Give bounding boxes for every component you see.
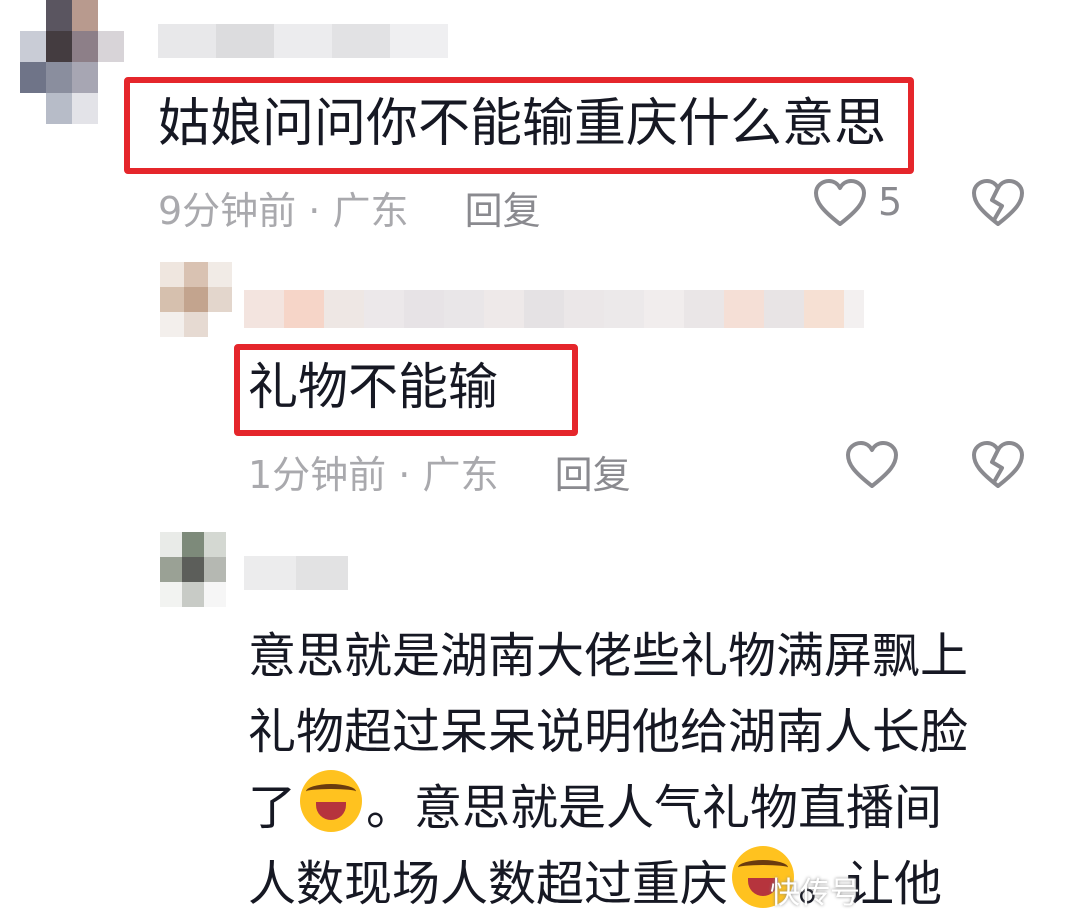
watermark: 快传号 bbox=[770, 876, 860, 911]
avatar[interactable] bbox=[160, 532, 226, 608]
comment-text: 姑娘问问你不能输重庆什么意思 bbox=[158, 94, 887, 154]
comment-text: 意思就是湖南大佬些礼物满屏飘上 礼物超过呆呆说明他给湖南人长脸 了 。意思就是人气… bbox=[248, 618, 1048, 922]
comment-line-part: 。意思就是人气礼物直播间 bbox=[366, 780, 943, 836]
avatar[interactable] bbox=[160, 262, 232, 338]
broken-heart-icon[interactable] bbox=[970, 178, 1026, 228]
reply-button[interactable]: 回复 bbox=[465, 189, 541, 233]
comment-text: 礼物不能输 bbox=[248, 358, 498, 416]
face-with-tears-of-joy-emoji bbox=[300, 770, 363, 832]
comment-meta: 9分钟前 · 广东 回复 bbox=[158, 180, 541, 235]
comment-line-part: 人数现场人数超过重庆 bbox=[248, 856, 729, 912]
like-count: 5 bbox=[878, 180, 903, 224]
avatar[interactable] bbox=[20, 0, 124, 124]
comment-location: 广东 bbox=[332, 189, 409, 233]
comment-line-part: 了 bbox=[248, 780, 297, 836]
broken-heart-icon[interactable] bbox=[970, 440, 1026, 490]
reply-button[interactable]: 回复 bbox=[555, 453, 631, 497]
comment-line: 礼物超过呆呆说明他给湖南人长脸 bbox=[248, 704, 969, 760]
heart-outline-icon[interactable] bbox=[844, 440, 900, 490]
username-blurred[interactable] bbox=[244, 290, 864, 328]
comment-line: 意思就是湖南大佬些礼物满屏飘上 bbox=[248, 628, 969, 684]
comment-time: 9分钟前 bbox=[158, 189, 297, 233]
heart-outline-icon[interactable] bbox=[812, 178, 868, 228]
username-blurred[interactable] bbox=[244, 556, 348, 590]
meta-separator: · bbox=[398, 453, 411, 497]
comment-line: 人数现场人数超过重庆 。让他 bbox=[248, 846, 1048, 922]
comment-location: 广东 bbox=[422, 453, 499, 497]
comment-line: 了 。意思就是人气礼物直播间 bbox=[248, 770, 1048, 846]
comment-meta: 1分钟前 · 广东 回复 bbox=[248, 444, 631, 499]
meta-separator: · bbox=[308, 189, 321, 233]
username-blurred[interactable] bbox=[158, 24, 448, 58]
comment-time: 1分钟前 bbox=[248, 453, 387, 497]
